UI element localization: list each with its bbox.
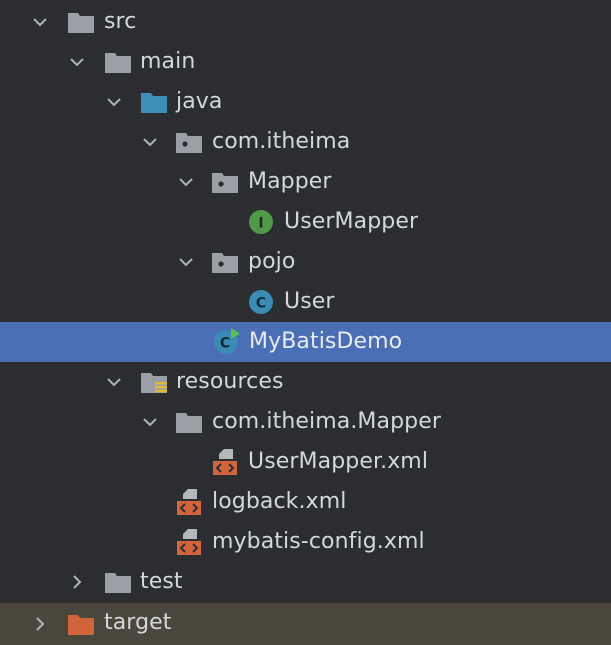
chevron-down-icon[interactable] (67, 52, 87, 72)
source-folder-icon (139, 87, 169, 117)
tree-item-label: pojo (248, 249, 296, 274)
svg-text:C: C (220, 336, 230, 352)
tree-item-label: logback.xml (212, 489, 347, 514)
tree-item-src[interactable]: src (0, 2, 611, 42)
svg-text:C: C (256, 296, 266, 312)
tree-item-label: User (284, 289, 335, 314)
tree-item-mybatisdemo[interactable]: C MyBatisDemo (0, 322, 611, 362)
chevron-down-icon[interactable] (30, 12, 50, 32)
tree-item-package-mapper[interactable]: Mapper (0, 162, 611, 202)
xml-file-icon (210, 447, 240, 477)
tree-item-mybatis-config-xml[interactable]: mybatis-config.xml (0, 522, 611, 562)
xml-file-icon (174, 527, 204, 557)
tree-item-resource-dir-mapper[interactable]: com.itheima.Mapper (0, 402, 611, 442)
tree-item-label: src (104, 9, 137, 34)
chevron-down-icon[interactable] (140, 132, 160, 152)
tree-item-java[interactable]: java (0, 82, 611, 122)
tree-item-package-pojo[interactable]: pojo (0, 242, 611, 282)
tree-item-label: Mapper (248, 169, 332, 194)
tree-item-resources[interactable]: resources (0, 362, 611, 402)
chevron-down-icon[interactable] (104, 372, 124, 392)
package-icon (174, 127, 204, 157)
chevron-right-icon[interactable] (67, 572, 87, 592)
tree-item-label: java (176, 89, 223, 114)
tree-item-package-com-itheima[interactable]: com.itheima (0, 122, 611, 162)
tree-item-label: MyBatisDemo (249, 329, 403, 354)
folder-icon (174, 407, 204, 437)
tree-item-label: UserMapper.xml (248, 449, 429, 474)
excluded-folder-icon (66, 609, 96, 639)
package-icon (210, 167, 240, 197)
project-tree: src main java com.itheima Mapper I UserM… (0, 0, 611, 645)
folder-icon (66, 7, 96, 37)
chevron-down-icon[interactable] (104, 92, 124, 112)
tree-item-label: UserMapper (284, 209, 419, 234)
tree-item-main[interactable]: main (0, 42, 611, 82)
tree-item-target[interactable]: target (0, 603, 611, 645)
chevron-down-icon[interactable] (176, 172, 196, 192)
tree-item-label: com.itheima (212, 129, 351, 154)
chevron-down-icon[interactable] (140, 412, 160, 432)
tree-item-usermapper-xml[interactable]: UserMapper.xml (0, 442, 611, 482)
chevron-down-icon[interactable] (176, 252, 196, 272)
tree-item-label: mybatis-config.xml (212, 529, 425, 554)
tree-item-usermapper[interactable]: I UserMapper (0, 202, 611, 242)
interface-icon: I (246, 207, 276, 237)
xml-file-icon (174, 487, 204, 517)
svg-text:I: I (258, 216, 263, 232)
tree-item-label: resources (176, 369, 284, 394)
tree-item-label: target (104, 610, 172, 635)
chevron-right-icon[interactable] (30, 614, 50, 634)
class-icon: C (246, 287, 276, 317)
resources-folder-icon (139, 367, 169, 397)
package-icon (210, 247, 240, 277)
tree-item-label: com.itheima.Mapper (212, 409, 441, 434)
tree-item-user[interactable]: C User (0, 282, 611, 322)
folder-icon (103, 567, 133, 597)
tree-item-test[interactable]: test (0, 562, 611, 602)
tree-item-label: test (140, 569, 183, 594)
tree-item-label: main (140, 49, 196, 74)
tree-item-logback-xml[interactable]: logback.xml (0, 482, 611, 522)
runnable-class-icon: C (211, 327, 241, 357)
folder-icon (103, 47, 133, 77)
